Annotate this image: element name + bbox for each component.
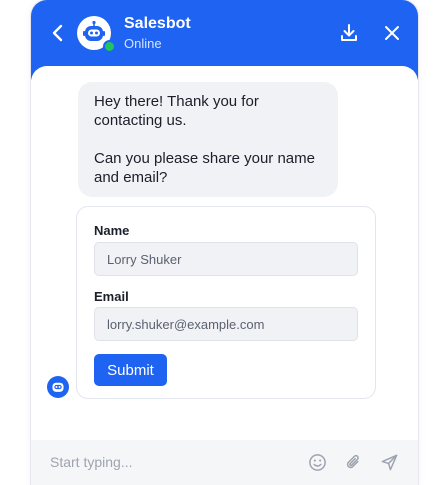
send-icon xyxy=(381,454,397,470)
emoji-icon xyxy=(308,453,326,471)
back-button[interactable] xyxy=(47,22,69,44)
online-indicator xyxy=(103,40,116,53)
close-button[interactable] xyxy=(381,22,403,44)
email-label: Email xyxy=(94,289,129,304)
close-icon xyxy=(385,26,399,40)
message-composer xyxy=(31,440,418,485)
bot-name: Salesbot xyxy=(124,15,191,32)
bot-status: Online xyxy=(124,36,162,51)
contact-form: Name Email Submit xyxy=(76,206,376,399)
bot-message-avatar xyxy=(47,376,69,398)
message-input[interactable] xyxy=(43,450,307,474)
chevron-left-icon xyxy=(52,24,63,42)
message-text: Can you please share your name and email… xyxy=(94,150,315,186)
paperclip-icon xyxy=(346,454,359,468)
attach-button[interactable] xyxy=(343,452,363,472)
chat-widget: Salesbot Online Hey there! Thank you for… xyxy=(31,0,418,485)
download-transcript-button[interactable] xyxy=(338,22,360,44)
send-button[interactable] xyxy=(379,452,399,472)
name-field[interactable] xyxy=(94,242,358,276)
message-text: Hey there! Thank you for contacting us. xyxy=(94,93,259,129)
download-icon xyxy=(341,24,357,41)
robot-icon xyxy=(52,382,64,392)
emoji-button[interactable] xyxy=(307,452,327,472)
submit-button[interactable]: Submit xyxy=(94,354,167,386)
chat-body: Hey there! Thank you for contacting us. … xyxy=(31,66,418,440)
bot-message-bubble: Hey there! Thank you for contacting us. … xyxy=(78,82,338,197)
name-label: Name xyxy=(94,223,130,238)
email-field[interactable] xyxy=(94,307,358,341)
